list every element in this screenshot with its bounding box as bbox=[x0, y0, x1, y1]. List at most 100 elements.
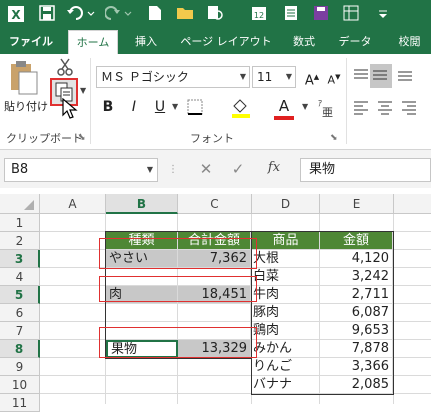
select-all-corner[interactable] bbox=[0, 194, 40, 214]
table-cell[interactable] bbox=[106, 322, 178, 340]
bold-button[interactable]: B bbox=[98, 96, 118, 118]
table-cell[interactable]: 9,653 bbox=[320, 322, 393, 340]
fill-color-icon[interactable] bbox=[230, 96, 254, 120]
form-icon[interactable] bbox=[280, 5, 302, 25]
row-header-5[interactable]: 5 bbox=[0, 286, 40, 304]
borders-icon[interactable] bbox=[186, 98, 206, 116]
decrease-font-size-icon[interactable]: A▼ bbox=[324, 66, 344, 88]
tab-page-layout[interactable]: ページ レイアウト bbox=[176, 30, 276, 54]
paste-icon[interactable] bbox=[8, 60, 40, 96]
row-header-9[interactable]: 9 bbox=[0, 358, 40, 376]
table-cell[interactable]: 13,329 bbox=[178, 340, 251, 358]
open-folder-icon[interactable] bbox=[174, 5, 196, 25]
customize-qat-icon[interactable] bbox=[372, 5, 394, 25]
table-cell[interactable]: やさい bbox=[106, 250, 178, 268]
row-header-1[interactable]: 1 bbox=[0, 214, 40, 232]
column-header-f[interactable] bbox=[394, 194, 431, 214]
redo-icon[interactable] bbox=[104, 5, 134, 25]
table-cell[interactable]: 鶏肉 bbox=[252, 322, 320, 340]
font-color-dropdown-icon[interactable]: ▼ bbox=[302, 102, 308, 111]
copy-dropdown-arrow-icon[interactable]: ▼ bbox=[80, 86, 86, 95]
table-cell[interactable]: 2,711 bbox=[320, 286, 393, 304]
table-cell[interactable]: 6,087 bbox=[320, 304, 393, 322]
print-preview-icon[interactable] bbox=[204, 5, 226, 25]
tab-insert[interactable]: 挿入 bbox=[126, 30, 166, 54]
table-cell[interactable]: 7,878 bbox=[320, 340, 393, 358]
align-right-icon[interactable] bbox=[400, 98, 420, 118]
tab-formulas[interactable]: 数式 bbox=[284, 30, 324, 54]
table-cell[interactable]: 大根 bbox=[252, 250, 320, 268]
phonetic-icon[interactable]: ｱ亜 bbox=[316, 96, 340, 120]
row-header-10[interactable]: 10 bbox=[0, 376, 40, 394]
cut-icon[interactable] bbox=[56, 58, 74, 76]
table-icon[interactable] bbox=[340, 5, 362, 25]
table-cell[interactable]: 白菜 bbox=[252, 268, 320, 286]
row-header-3[interactable]: 3 bbox=[0, 250, 40, 268]
row-header-6[interactable]: 6 bbox=[0, 304, 40, 322]
tab-home[interactable]: ホーム bbox=[68, 30, 118, 54]
left-table-header-amount[interactable]: 合計金額 bbox=[178, 232, 251, 250]
row-header-8[interactable]: 8 bbox=[0, 340, 40, 358]
table-cell[interactable] bbox=[178, 304, 251, 322]
align-bottom-icon[interactable] bbox=[396, 66, 416, 86]
name-box-dropdown-icon[interactable]: ▼ bbox=[147, 159, 153, 181]
table-cell[interactable]: 3,366 bbox=[320, 358, 393, 376]
row-header-2[interactable]: 2 bbox=[0, 232, 40, 250]
column-header-e[interactable]: E bbox=[320, 194, 394, 214]
table-cell[interactable]: 18,451 bbox=[178, 286, 251, 304]
table-cell[interactable]: 肉 bbox=[106, 286, 178, 304]
table-cell[interactable] bbox=[178, 322, 251, 340]
tab-data[interactable]: データ bbox=[332, 30, 378, 54]
table-cell[interactable]: バナナ bbox=[252, 376, 320, 394]
table-cell[interactable]: 7,362 bbox=[178, 250, 251, 268]
column-header-a[interactable]: A bbox=[40, 194, 106, 214]
save-as-icon[interactable] bbox=[310, 5, 332, 25]
cancel-icon[interactable]: ✕ bbox=[196, 160, 216, 180]
formula-input[interactable]: 果物 bbox=[300, 158, 431, 182]
underline-dropdown-icon[interactable]: ▼ bbox=[172, 102, 178, 111]
row-header-7[interactable]: 7 bbox=[0, 322, 40, 340]
tab-review[interactable]: 校閲 bbox=[388, 30, 431, 54]
active-cell[interactable]: 果物 bbox=[106, 340, 178, 358]
table-cell[interactable] bbox=[106, 268, 178, 286]
save-icon[interactable] bbox=[36, 5, 58, 25]
align-left-icon[interactable] bbox=[352, 98, 372, 118]
table-cell[interactable]: 3,242 bbox=[320, 268, 393, 286]
column-header-d[interactable]: D bbox=[252, 194, 320, 214]
insert-function-icon[interactable]: fx bbox=[262, 160, 286, 180]
font-name-combo[interactable]: ＭＳ Ｐゴシック ▼ bbox=[96, 66, 250, 88]
font-name-dropdown-icon[interactable]: ▼ bbox=[240, 67, 246, 87]
font-color-icon[interactable]: A bbox=[272, 96, 296, 120]
italic-button[interactable]: I bbox=[124, 96, 144, 118]
name-box[interactable]: B8 ▼ bbox=[4, 158, 158, 182]
column-header-b[interactable]: B bbox=[106, 194, 178, 214]
column-header-c[interactable]: C bbox=[178, 194, 252, 214]
row-header-11[interactable]: 11 bbox=[0, 394, 40, 412]
paste-button-label[interactable]: 貼り付け bbox=[4, 98, 48, 114]
underline-button[interactable]: U bbox=[150, 96, 170, 118]
font-launcher-icon[interactable]: ⬊ bbox=[330, 133, 338, 143]
right-table-header-item[interactable]: 商品 bbox=[252, 232, 320, 250]
clipboard-launcher-icon[interactable]: ⬊ bbox=[78, 133, 86, 143]
right-table-header-amount[interactable]: 金額 bbox=[320, 232, 393, 250]
align-top-icon[interactable] bbox=[352, 66, 372, 86]
new-file-icon[interactable] bbox=[145, 5, 165, 25]
table-cell[interactable] bbox=[106, 304, 178, 322]
table-cell[interactable]: 2,085 bbox=[320, 376, 393, 394]
increase-font-size-icon[interactable]: A▲ bbox=[300, 66, 324, 88]
enter-icon[interactable]: ✓ bbox=[228, 160, 248, 180]
left-table-header-type[interactable]: 種類 bbox=[106, 232, 178, 250]
tab-file[interactable]: ファイル bbox=[0, 30, 62, 54]
table-cell[interactable]: 4,120 bbox=[320, 250, 393, 268]
font-size-combo[interactable]: 11 ▼ bbox=[252, 66, 296, 88]
table-cell[interactable]: 牛肉 bbox=[252, 286, 320, 304]
table-cell[interactable]: みかん bbox=[252, 340, 320, 358]
font-size-dropdown-icon[interactable]: ▼ bbox=[286, 67, 292, 87]
align-center-icon[interactable] bbox=[376, 98, 396, 118]
undo-icon[interactable] bbox=[64, 5, 98, 25]
table-cell[interactable]: 豚肉 bbox=[252, 304, 320, 322]
table-cell[interactable]: りんご bbox=[252, 358, 320, 376]
align-middle-icon[interactable] bbox=[370, 64, 392, 88]
row-header-4[interactable]: 4 bbox=[0, 268, 40, 286]
table-cell[interactable] bbox=[178, 268, 251, 286]
